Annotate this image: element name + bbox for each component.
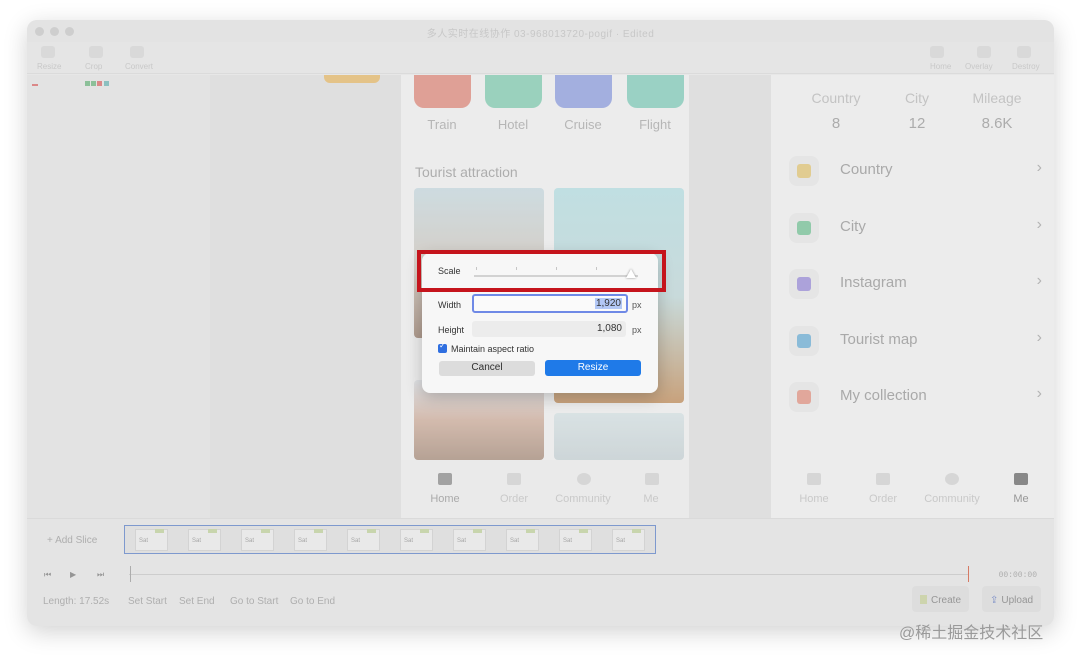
scale-highlight-box: [417, 250, 666, 292]
height-label: Height: [438, 325, 465, 335]
width-label: Width: [438, 300, 462, 310]
check-icon: ✓: [439, 341, 446, 350]
maintain-aspect-checkbox[interactable]: ✓: [438, 341, 447, 353]
height-value: 1,080: [596, 323, 622, 334]
width-value: 1,920: [594, 298, 622, 309]
height-input[interactable]: 1,080: [472, 321, 626, 337]
watermark: @稀土掘金技术社区: [899, 625, 1044, 642]
width-input[interactable]: 1,920: [472, 294, 628, 313]
maintain-aspect-label[interactable]: Maintain aspect ratio: [451, 344, 534, 354]
resize-button[interactable]: Resize: [545, 360, 641, 376]
cancel-button[interactable]: Cancel: [439, 361, 535, 376]
height-unit: px: [632, 325, 642, 335]
width-unit: px: [632, 300, 642, 310]
